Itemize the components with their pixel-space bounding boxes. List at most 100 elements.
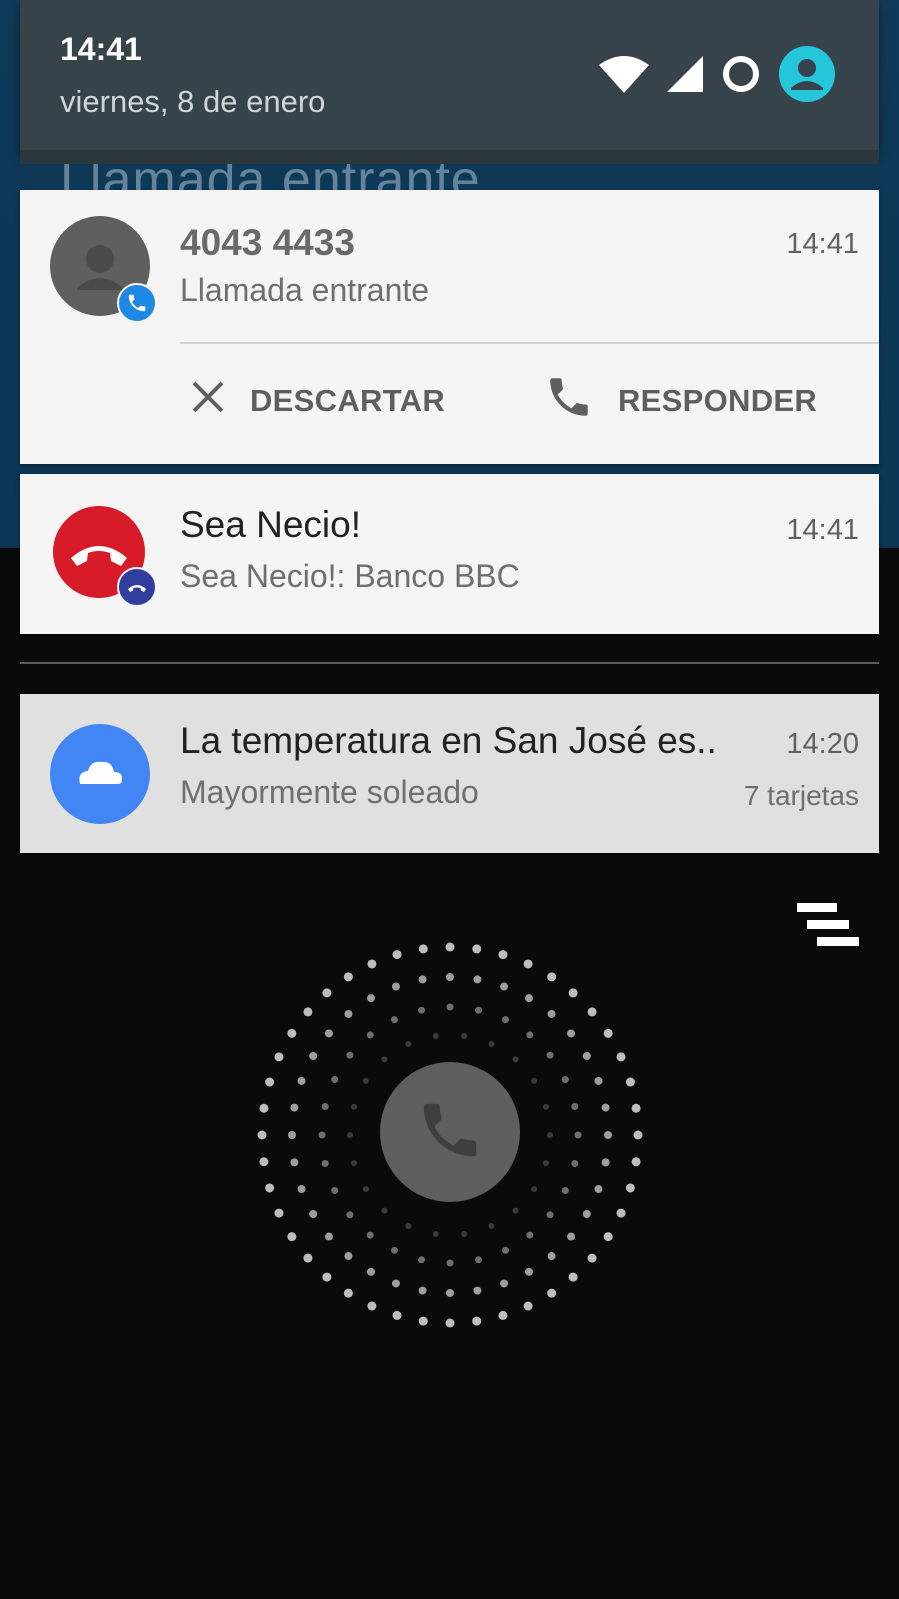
ring-dot: [324, 1029, 333, 1038]
ring-dot: [318, 1131, 326, 1139]
ring-dot: [547, 1009, 556, 1018]
ring-dot: [587, 1253, 597, 1263]
ring-dot: [297, 1076, 306, 1085]
ring-dot: [418, 1286, 427, 1295]
ring-dot: [257, 1130, 267, 1140]
stack-icon[interactable]: [797, 903, 861, 956]
section-divider: [20, 662, 879, 664]
ring-dot: [500, 1279, 509, 1288]
notification-subtitle: Sea Necio!: Banco BBC: [180, 558, 520, 595]
ring-dot: [367, 994, 375, 1003]
ring-dot: [367, 1267, 375, 1276]
ring-dot: [616, 1052, 626, 1062]
ring-dot: [594, 1185, 603, 1194]
user-account-icon[interactable]: [779, 46, 835, 102]
ring-dot: [547, 972, 557, 982]
cloud-icon: [50, 724, 150, 824]
ring-dot: [446, 973, 454, 981]
notification-subtitle: Mayormente soleado: [180, 774, 479, 810]
ring-dot: [346, 1211, 354, 1219]
ring-dot: [587, 1007, 597, 1017]
ring-dot: [582, 1052, 591, 1060]
ring-dot: [542, 1103, 549, 1110]
answer-label: RESPONDER: [618, 383, 818, 418]
ring-dot: [523, 1301, 533, 1311]
close-icon: [190, 379, 226, 423]
ring-dot: [331, 1075, 339, 1083]
dismiss-button[interactable]: DESCARTAR: [190, 368, 445, 434]
ring-dot: [474, 1006, 482, 1014]
ring-dot: [344, 1252, 353, 1261]
status-date: viernes, 8 de enero: [60, 84, 326, 119]
ring-dot: [625, 1077, 635, 1087]
ring-dot: [631, 1103, 641, 1113]
ring-dot: [405, 1041, 412, 1048]
ring-dot: [571, 1103, 579, 1111]
ring-dot: [290, 1158, 299, 1167]
ring-dot: [546, 1051, 554, 1059]
notification-title: Sea Necio!: [180, 504, 361, 545]
ring-dot: [488, 1222, 495, 1229]
ring-dot: [603, 1232, 613, 1242]
ring-dot: [366, 1231, 374, 1239]
ring-dot: [309, 1052, 318, 1060]
card-count: 7 tarjetas: [743, 780, 859, 811]
ring-dot: [392, 1310, 402, 1320]
ring-dot: [405, 1222, 412, 1229]
ring-dot: [547, 1132, 553, 1138]
ring-dot: [321, 1159, 329, 1167]
ring-dot: [461, 1033, 468, 1040]
ring-dot: [362, 1077, 369, 1084]
status-header: 14:41 viernes, 8 de enero: [20, 0, 879, 150]
ring-dot: [446, 1259, 454, 1267]
notification-time: 14:41: [786, 228, 859, 260]
ring-dot: [525, 1267, 533, 1276]
wifi-icon: [599, 55, 649, 93]
ring-dot: [473, 1286, 482, 1295]
ring-dot: [321, 1103, 329, 1111]
ring-dot: [432, 1033, 439, 1040]
ring-dot: [366, 1031, 374, 1039]
message-text: Banco BBC: [354, 558, 520, 594]
ring-dot: [259, 1103, 269, 1113]
answer-slider-button[interactable]: [380, 1062, 520, 1202]
ring-dot: [287, 1232, 297, 1242]
ring-dot: [512, 1056, 519, 1063]
ring-dot: [594, 1076, 603, 1085]
ring-dot: [571, 1159, 579, 1167]
ring-dot: [625, 1183, 635, 1193]
hang-up-badge-icon: [117, 567, 157, 607]
ring-dot: [265, 1183, 275, 1193]
cell-signal-icon: [667, 56, 703, 92]
ring-dot: [322, 988, 332, 998]
ring-dot: [525, 994, 533, 1003]
ring-dot: [472, 1316, 482, 1326]
ring-dot: [502, 1246, 510, 1254]
ring-dot: [473, 975, 482, 984]
ring-dot: [274, 1052, 284, 1062]
ring-dot: [574, 1131, 582, 1139]
ring-dot: [561, 1075, 569, 1083]
ring-dot: [526, 1031, 534, 1039]
ring-dot: [446, 1289, 454, 1297]
ring-dot: [351, 1160, 358, 1167]
ring-dot: [567, 1232, 576, 1241]
ring-dot: [500, 982, 509, 991]
ring-dot: [568, 988, 578, 998]
ring-dot: [546, 1211, 554, 1219]
ring-dot: [616, 1208, 626, 1218]
ring-dot: [324, 1232, 333, 1241]
phone-icon: [117, 283, 157, 323]
incoming-call-notification[interactable]: 4043 4433 14:41 Llamada entrante DESCART…: [20, 190, 879, 464]
ring-dot: [381, 1207, 388, 1214]
notification-time: 14:41: [786, 514, 859, 546]
ring-dot: [531, 1186, 538, 1193]
ring-dot: [418, 944, 428, 954]
status-icons: [599, 46, 835, 102]
ring-dot: [542, 1160, 549, 1167]
weather-notification[interactable]: La temperatura en San José es.. 14:20 Ma…: [20, 694, 879, 853]
ring-dot: [547, 1288, 557, 1298]
answer-button[interactable]: RESPONDER: [544, 368, 817, 434]
sea-necio-notification[interactable]: Sea Necio! 14:41 Sea Necio!: Banco BBC: [20, 474, 879, 634]
ring-dot: [561, 1187, 569, 1195]
